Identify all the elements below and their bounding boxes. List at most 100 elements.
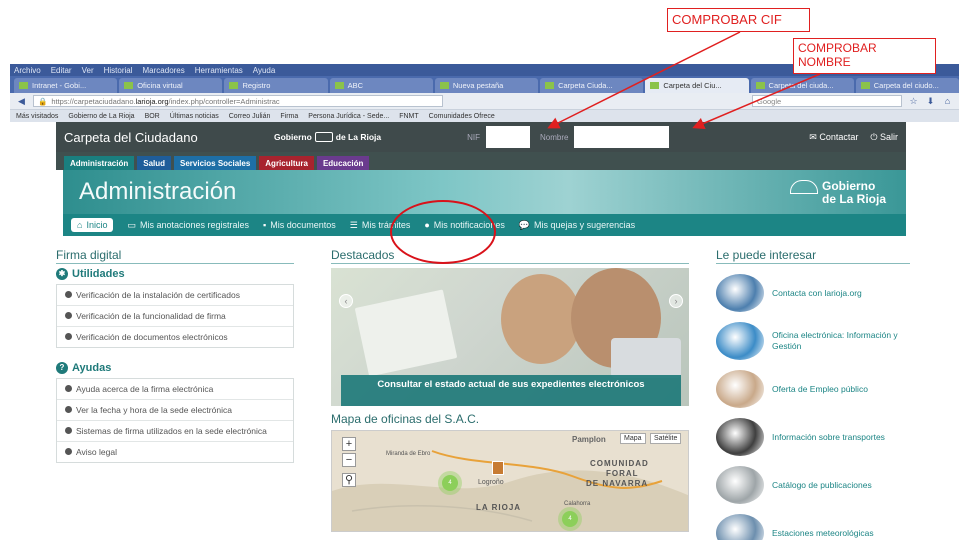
utilidades-list: Verificación de la instalación de certif… [56, 284, 294, 348]
list-item-label: Verificación de la funcionalidad de firm… [76, 311, 226, 321]
zoom-out-button[interactable]: − [342, 453, 356, 467]
map-type-satelite[interactable]: Satélite [650, 433, 682, 444]
gov-brand[interactable]: Gobierno de La Rioja [274, 132, 381, 142]
nav-label: Mis anotaciones registrales [139, 220, 250, 230]
carousel-prev-icon[interactable]: ‹ [339, 294, 353, 308]
interest-item[interactable]: Estaciones meteorológicas [716, 514, 910, 540]
menu-item[interactable]: Herramientas [195, 66, 243, 75]
gear-icon: ✱ [56, 268, 68, 280]
map-type-mapa[interactable]: Mapa [620, 433, 646, 444]
section-tab[interactable]: Servicios Sociales [174, 156, 257, 170]
zoom-in-button[interactable]: + [342, 437, 356, 451]
interest-list: Contacta con larioja.org Oficina electrón… [716, 274, 910, 540]
nav-item-6[interactable]: 💬 Mis quejas y sugerencias [519, 220, 635, 231]
interest-item[interactable]: Contacta con larioja.org [716, 274, 910, 312]
banner-gov-line2: de La Rioja [821, 192, 886, 206]
list-item[interactable]: Aviso legal [57, 442, 293, 462]
browser-search-input[interactable]: Google [752, 95, 902, 107]
bullet-icon [65, 427, 72, 434]
featured-carousel[interactable]: ‹ › Consultar el estado actual de sus ex… [331, 268, 689, 406]
browser-tab[interactable]: Oficina virtual [119, 78, 223, 93]
carousel-caption[interactable]: Consultar el estado actual de sus expedi… [341, 375, 681, 406]
bookmark-item[interactable]: FNMT [399, 113, 418, 120]
bookmark-item[interactable]: Comunidades Ofrece [429, 113, 495, 120]
map-label: Logroño [478, 479, 504, 486]
menu-item[interactable]: Archivo [14, 66, 41, 75]
section-tab[interactable]: Educación [316, 156, 370, 170]
carousel-next-icon[interactable]: › [669, 294, 683, 308]
sac-offices-map[interactable]: + − ⚲ Mapa Satélite Pamplon COMUNIDAD FO… [331, 430, 689, 532]
callout-nombre-line1: COMPROBAR [798, 41, 877, 55]
photo-papers [354, 289, 458, 377]
bookmark-item[interactable]: Persona Jurídica - Sede... [308, 113, 389, 120]
bookmark-item[interactable]: Gobierno de La Rioja [68, 113, 134, 120]
nav-label: Mis quejas y sugerencias [534, 220, 636, 230]
list-item[interactable]: Sistemas de firma utilizados en la sede … [57, 421, 293, 442]
download-icon[interactable]: ⬇ [925, 96, 936, 107]
nav-item-2[interactable]: ▭ Mis anotaciones registrales [127, 220, 249, 231]
list-icon: ☰ [349, 219, 358, 230]
ayudas-title: ? Ayudas [56, 362, 294, 374]
url-input[interactable]: 🔒 https://carpetaciudadano.larioja.org/i… [33, 95, 443, 107]
contact-link[interactable]: ✉ Contactar [809, 132, 858, 143]
section-tab[interactable]: Salud [137, 156, 172, 170]
bookmark-item[interactable]: Últimas noticias [170, 113, 219, 120]
browser-tab[interactable]: ABC [329, 78, 433, 93]
destacados-title: Destacados [331, 248, 689, 264]
browser-tab[interactable]: Carpeta del Ciu... [645, 78, 749, 93]
ayudas-label: Ayudas [72, 362, 112, 374]
interest-item[interactable]: Catálogo de publicaciones [716, 466, 910, 504]
menu-item[interactable]: Marcadores [143, 66, 185, 75]
interest-item[interactable]: Oficina electrónica: Información y Gesti… [716, 322, 910, 360]
interest-thumbnail [716, 466, 764, 504]
browser-tab[interactable]: Nueva pestaña [434, 78, 539, 93]
list-item-label: Aviso legal [76, 447, 117, 457]
list-item[interactable]: Verificación de la funcionalidad de firm… [57, 306, 293, 327]
bullet-icon [65, 406, 72, 413]
nav-item-1[interactable]: ⌂ Inicio [71, 218, 114, 232]
interest-item[interactable]: Oferta de Empleo público [716, 370, 910, 408]
logout-link[interactable]: ⏻ Salir [870, 132, 898, 143]
interest-label: Oficina electrónica: Información y Gesti… [772, 330, 898, 351]
list-item[interactable]: Verificación de documentos electrónicos [57, 327, 293, 347]
map-pin-icon[interactable]: ⚲ [342, 473, 356, 487]
menu-item[interactable]: Ayuda [253, 66, 276, 75]
list-item[interactable]: Verificación de la instalación de certif… [57, 285, 293, 306]
section-tab[interactable]: Administración [64, 156, 135, 170]
nombre-label: Nombre [540, 132, 569, 142]
section-tab[interactable]: Agricultura [259, 156, 314, 170]
bookmark-item[interactable]: Firma [280, 113, 298, 120]
bookmark-item[interactable]: BOR [145, 113, 160, 120]
menu-item[interactable]: Editar [51, 66, 72, 75]
site-name[interactable]: Carpeta del Ciudadano [64, 130, 274, 145]
interest-item[interactable]: Información sobre transportes [716, 418, 910, 456]
nombre-field [574, 126, 670, 148]
browser-tab[interactable]: Carpeta Ciuda... [540, 78, 644, 93]
bookmark-item[interactable]: Correo Julián [229, 113, 271, 120]
map-cluster-marker[interactable]: 4 [442, 475, 458, 491]
ayudas-list: Ayuda acerca de la firma electrónica Ver … [56, 378, 294, 463]
list-item-label: Sistemas de firma utilizados en la sede … [76, 426, 267, 436]
browser-tab[interactable]: Registro [224, 78, 328, 93]
map-cluster-marker[interactable]: 4 [562, 511, 578, 527]
office-marker-icon[interactable] [492, 461, 504, 475]
home-browser-icon[interactable]: ⌂ [942, 96, 953, 107]
nif-label: NIF [467, 132, 481, 142]
browser-tab[interactable]: Carpeta del ciudo... [855, 78, 959, 93]
bookmark-star-icon[interactable]: ☆ [908, 96, 919, 107]
url-domain: larioja.org [135, 96, 169, 106]
browser-tab[interactable]: Carpeta del ciuda... [750, 78, 854, 93]
map-label: LA RIOJA [476, 503, 522, 512]
logout-label: Salir [879, 131, 898, 142]
list-item[interactable]: Ayuda acerca de la firma electrónica [57, 379, 293, 400]
map-title: Mapa de oficinas del S.A.C. [331, 412, 480, 426]
browser-tab[interactable]: Intranet - Gobi... [14, 78, 118, 93]
map-label: FORAL [606, 469, 639, 478]
back-icon[interactable]: ◀ [16, 96, 27, 107]
nav-item-3[interactable]: ▪ Mis documentos [263, 220, 336, 230]
list-item[interactable]: Ver la fecha y hora de la sede electróni… [57, 400, 293, 421]
menu-item[interactable]: Ver [82, 66, 94, 75]
menu-item[interactable]: Historial [104, 66, 133, 75]
bookmark-item[interactable]: Más visitados [16, 113, 58, 120]
interest-label: Catálogo de publicaciones [772, 479, 872, 490]
